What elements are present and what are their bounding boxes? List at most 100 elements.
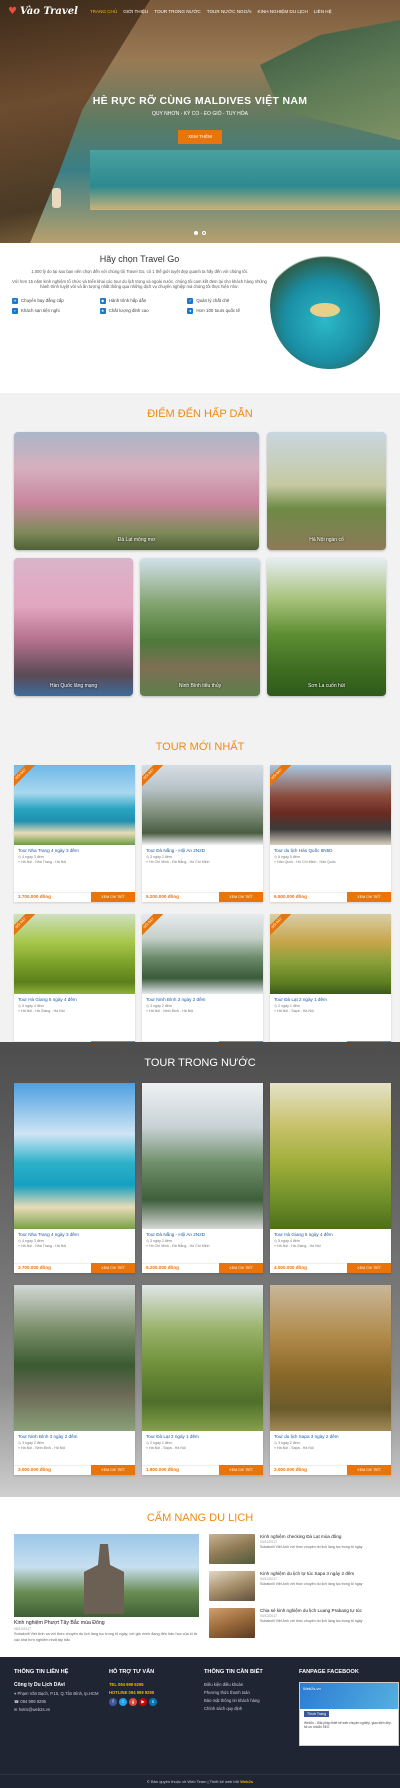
guide-featured[interactable]: Kinh nghiệm Phượt Tây Bắc mùa Đông 08/12… [14, 1533, 199, 1643]
facebook-icon[interactable]: f [109, 1698, 117, 1707]
tour-title[interactable]: Tour Ninh Bình 3 ngày 2 đêm [14, 1431, 135, 1441]
destination-tile[interactable]: Ninh Bình tiểu thủy [140, 557, 260, 696]
destination-tile[interactable]: Đà Lạt mộng mơ [14, 431, 259, 550]
fanpage-widget[interactable]: Web2s.vn Thích Trang Web2s - Giải pháp t… [299, 1681, 399, 1746]
tour-image[interactable] [142, 1082, 263, 1229]
tour-title[interactable]: Tour Ninh Bình 3 ngày 2 đêm [142, 994, 263, 1004]
footer-link[interactable]: Điều kiện điều khoản [204, 1682, 299, 1688]
phone-text[interactable]: 094 999 9295 [20, 1699, 46, 1704]
tour-detail-button[interactable]: XEM CHI TIẾT [91, 892, 135, 903]
footer-link[interactable]: Phương thức thanh toán [204, 1690, 299, 1696]
tour-title[interactable]: Tour Đà Lạt 2 ngày 1 đêm [142, 1431, 263, 1441]
tour-detail-button[interactable]: XEM CHI TIẾT [347, 1263, 391, 1274]
guide-thumb[interactable] [209, 1533, 255, 1564]
tour-image[interactable] [270, 1284, 391, 1431]
tour-detail-button[interactable]: XEM CHI TIẾT [91, 1465, 135, 1476]
tour-footer: 5.200.000 đồng XEM CHI TIẾT [142, 1262, 263, 1274]
slider-dot[interactable] [202, 230, 206, 235]
nav-item-experience[interactable]: KINH NGHIỆM DU LỊCH [258, 9, 308, 15]
guide-thumb[interactable] [209, 1570, 255, 1601]
tour-detail-button[interactable]: XEM CHI TIẾT [91, 1263, 135, 1274]
tour-card[interactable]: Tour Ninh Bình 3 ngày 2 đêm ◷ 3 ngày 2 đê… [14, 1284, 135, 1476]
guide-item[interactable]: Chia sẻ kinh nghiệm du lịch Luang Praban… [209, 1607, 386, 1638]
tour-image[interactable] [270, 1082, 391, 1229]
tour-detail-button[interactable]: XEM CHI TIẾT [219, 892, 263, 903]
support-hotline[interactable]: HOTLINE 094 999 9295 [109, 1690, 204, 1696]
footer-link[interactable]: Chính sách quy định [204, 1706, 299, 1712]
skype-icon[interactable]: s [149, 1698, 157, 1707]
tour-title[interactable]: Tour Đà Lạt 2 ngày 1 đêm [270, 994, 391, 1004]
tour-card[interactable]: NỔI BẬT Tour Ninh Bình 3 ngày 2 đêm ◷ 3 ng… [142, 913, 263, 1052]
tour-detail-button[interactable]: XEM CHI TIẾT [219, 1465, 263, 1476]
nav-item-international[interactable]: TOUR NƯỚC NGOÀI [207, 9, 252, 15]
tour-image[interactable]: NỔI BẬT [142, 764, 263, 845]
social-links: f t g ▶ s [109, 1698, 204, 1707]
nav-item-contact[interactable]: LIÊN HỆ [314, 9, 332, 15]
guide-item[interactable]: Kinh nghiệm du lịch tự túc Sapa 3 ngày 2… [209, 1570, 386, 1601]
nav-item-domestic[interactable]: TOUR TRONG NƯỚC [154, 9, 201, 15]
feature-item: ✈ Chuyên bay đẳng cấp [12, 298, 92, 305]
email-text[interactable]: hotro@web2s.vn [19, 1707, 51, 1712]
destination-caption: Hà Nội ngàn cổ [309, 537, 344, 544]
slider-dot[interactable] [194, 230, 198, 235]
tour-image[interactable]: NỔI BẬT [270, 764, 391, 845]
tour-card[interactable]: Tour Nha Trang 4 ngày 3 đêm ◷ 4 ngày 3 đê… [14, 1082, 135, 1274]
tour-detail-button[interactable]: XEM CHI TIẾT [347, 1465, 391, 1476]
destination-tile[interactable]: Hàn Quốc lãng mạng [14, 557, 133, 696]
twitter-icon[interactable]: t [119, 1698, 127, 1707]
guide-thumb[interactable] [209, 1607, 255, 1638]
fanpage-name[interactable]: Web2s.vn [300, 1682, 398, 1709]
logo[interactable]: ♥ Vào Travel [8, 5, 78, 19]
tour-card[interactable]: NỔI BẬT Tour Đà Nẵng - Hội An 2N2D ◷ 3 ngà… [142, 764, 263, 903]
tour-card[interactable]: Tour du lịch Sapa 3 ngày 2 đêm ◷ 3 ngày 2… [270, 1284, 391, 1476]
tour-price: 4.000.000 đồng [274, 1265, 307, 1271]
tour-title[interactable]: Tour Nha Trang 4 ngày 3 đêm [14, 1229, 135, 1239]
tour-detail-button[interactable]: XEM CHI TIẾT [347, 892, 391, 903]
copyright-brand[interactable]: Web2s [240, 1779, 253, 1784]
map-icon: ◆ [99, 298, 106, 305]
tour-card[interactable]: NỔI BẬT Tour Nha Trang 4 ngày 3 đêm ◷ 4 ng… [14, 764, 135, 903]
feature-label: Chuyên bay đẳng cấp [21, 298, 64, 304]
tour-title[interactable]: Tour du lịch Sapa 3 ngày 2 đêm [270, 1431, 391, 1441]
tour-title[interactable]: Tour du lịch Hàn Quốc 6N5D [270, 845, 391, 855]
tour-image[interactable] [14, 1082, 135, 1229]
domestic-tours-section: TOUR TRONG NƯỚC Tour Nha Trang 4 ngày 3 … [0, 1042, 400, 1497]
tour-title[interactable]: Tour Đà Nẵng - Hội An 2N2D [142, 1229, 263, 1239]
tour-image[interactable]: NỔI BẬT [142, 913, 263, 994]
address-text: Phạm Văn Bạch, P.15, Q.Tân Bình, tp.HCM [17, 1690, 99, 1696]
support-tel[interactable]: TEL 094 999 9295 [109, 1682, 204, 1688]
tour-image[interactable]: NỔI BẬT [14, 764, 135, 845]
tour-title[interactable]: Tour Nha Trang 4 ngày 3 đêm [14, 845, 135, 855]
destination-tile[interactable]: Hà Nội ngàn cổ [267, 431, 386, 550]
destination-tile[interactable]: Sơn La cuốn hút [267, 557, 386, 696]
tour-card[interactable]: NỔI BẬT Tour Đà Lạt 2 ngày 1 đêm ◷ 2 ngày … [270, 913, 391, 1052]
youtube-icon[interactable]: ▶ [139, 1698, 147, 1707]
hero-more-button[interactable]: XEM THÊM [178, 129, 222, 144]
nav-item-home[interactable]: TRANG CHỦ [90, 9, 117, 15]
tour-card[interactable]: Tour Hà Giang 5 ngày 4 đêm ◷ 5 ngày 4 đêm… [270, 1082, 391, 1274]
tour-title[interactable]: Tour Hà Giang 5 ngày 4 đêm [14, 994, 135, 1004]
fanpage-like-button[interactable]: Thích Trang [304, 1710, 330, 1718]
tour-image[interactable]: NỔI BẬT [270, 913, 391, 994]
tour-image[interactable] [142, 1284, 263, 1431]
google-plus-icon[interactable]: g [129, 1698, 137, 1707]
tour-title[interactable]: Tour Đà Nẵng - Hội An 2N2D [142, 845, 263, 855]
tour-image[interactable]: NỔI BẬT [14, 913, 135, 994]
main-nav: TRANG CHỦ GIỚI THIỆU TOUR TRONG NƯỚC TOU… [90, 9, 332, 15]
guide-featured-image[interactable] [14, 1533, 199, 1617]
tour-card[interactable]: Tour Đà Nẵng - Hội An 2N2D ◷ 3 ngày 2 đêm… [142, 1082, 263, 1274]
tour-image[interactable] [14, 1284, 135, 1431]
tour-route: ⌖ Hàn Quốc - Hồ Chí Minh - Hàn Quốc [274, 860, 336, 865]
guide-featured-title[interactable]: Kinh nghiệm Phượt Tây Bắc mùa Đông [14, 1620, 199, 1627]
tour-card[interactable]: NỔI BẬT Tour Hà Giang 5 ngày 4 đêm ◷ 5 ngà… [14, 913, 135, 1052]
nav-item-about[interactable]: GIỚI THIỆU [123, 9, 148, 15]
tour-card[interactable]: Tour Đà Lạt 2 ngày 1 đêm ◷ 2 ngày 1 đêm ⌖ … [142, 1284, 263, 1476]
tour-detail-button[interactable]: XEM CHI TIẾT [219, 1263, 263, 1274]
tour-card[interactable]: NỔI BẬT Tour du lịch Hàn Quốc 6N5D ◷ 6 ngà… [270, 764, 391, 903]
tour-footer: 3.700.000 đồng XEM CHI TIẾT [14, 891, 135, 903]
tour-title[interactable]: Tour Hà Giang 5 ngày 4 đêm [270, 1229, 391, 1239]
guide-item[interactable]: Kinh nghiệm checking Đà Lạt mùa đông 04/1… [209, 1533, 386, 1564]
heart-icon: ♥ [8, 6, 17, 18]
tour-price: 1.800.000 đồng [146, 1467, 179, 1473]
footer-link[interactable]: Bảo mật thông tin khách hàng [204, 1698, 299, 1704]
